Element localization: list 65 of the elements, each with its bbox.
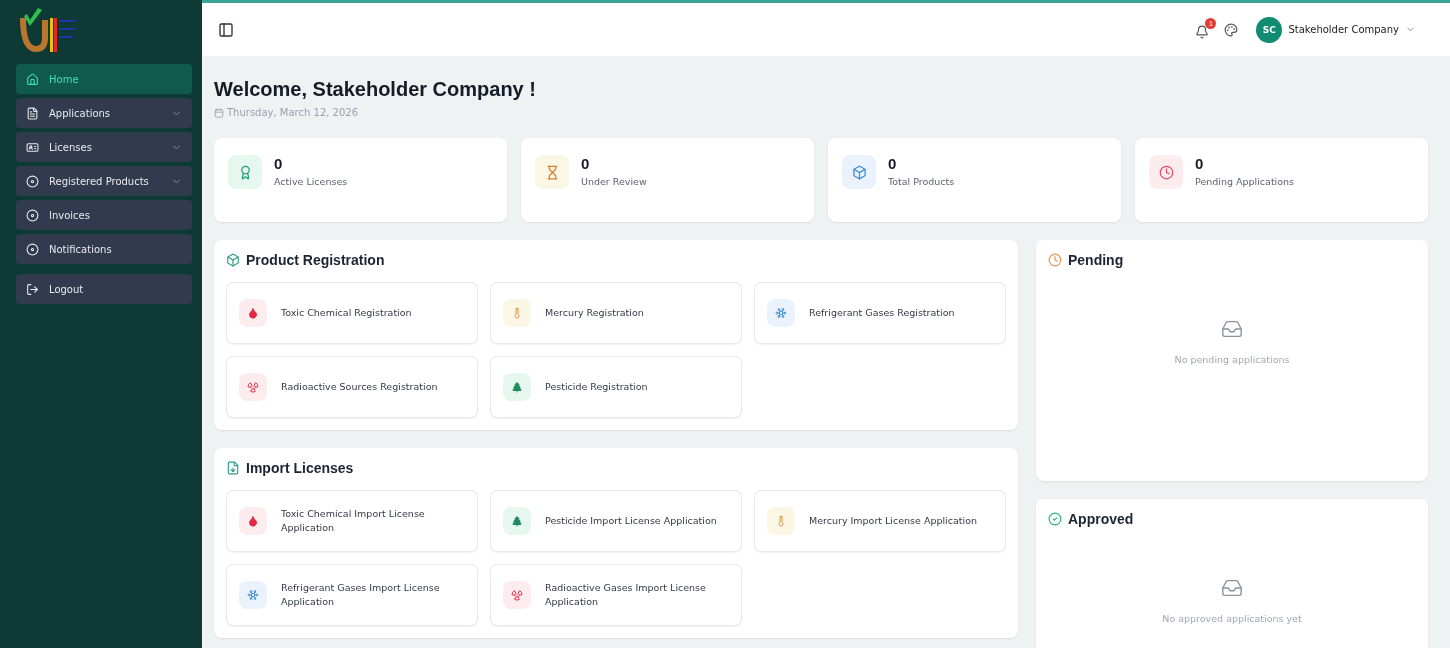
stat-value: 0 bbox=[581, 155, 591, 172]
user-menu-button[interactable]: SC Stakeholder Company bbox=[1250, 15, 1422, 44]
download-icon bbox=[226, 461, 240, 475]
logout-icon bbox=[26, 282, 39, 296]
registration-card[interactable]: Toxic Chemical Import License Application bbox=[226, 490, 478, 552]
snowflake-icon bbox=[767, 299, 795, 327]
cube-icon bbox=[842, 155, 876, 189]
bell-icon bbox=[1195, 24, 1210, 39]
droplet-icon bbox=[239, 507, 267, 535]
stat-label: Active Licenses bbox=[274, 176, 348, 187]
droplet-icon bbox=[239, 299, 267, 327]
radiation-icon bbox=[503, 581, 531, 609]
section-title: Product Registration bbox=[246, 252, 385, 268]
sidebar-item[interactable]: Home bbox=[16, 64, 192, 94]
thermometer-icon bbox=[503, 299, 531, 327]
hourglass-icon bbox=[535, 155, 569, 189]
stat-label: Total Products bbox=[888, 176, 955, 187]
panel-title: Pending bbox=[1068, 252, 1124, 268]
sidebar-item[interactable]: Licenses bbox=[16, 132, 192, 162]
calendar-icon bbox=[214, 107, 224, 118]
stat-value: 0 bbox=[1195, 155, 1205, 172]
empty-message: No pending applications bbox=[1174, 354, 1290, 365]
registration-card[interactable]: Toxic Chemical Registration bbox=[226, 282, 478, 344]
registration-card[interactable]: Radioactive Gases Import License Application bbox=[490, 564, 742, 626]
registration-card[interactable]: Radioactive Sources Registration bbox=[226, 356, 478, 418]
sidebar-item[interactable]: Notifications bbox=[16, 234, 192, 264]
registration-card[interactable]: Refrigerant Gases Registration bbox=[754, 282, 1006, 344]
registration-card[interactable]: Mercury Registration bbox=[490, 282, 742, 344]
circle-icon bbox=[26, 208, 39, 222]
date-text: Thursday, March 12, 2026 bbox=[227, 107, 359, 118]
radiation-icon bbox=[239, 373, 267, 401]
clock-icon bbox=[1149, 155, 1183, 189]
inbox-icon bbox=[1221, 577, 1243, 599]
registration-card[interactable]: Refrigerant Gases Import License Application bbox=[226, 564, 478, 626]
document-icon bbox=[26, 106, 39, 120]
stat-value: 0 bbox=[274, 155, 284, 172]
stat-value: 0 bbox=[888, 155, 898, 172]
tree-icon bbox=[503, 507, 531, 535]
circle-icon bbox=[26, 242, 39, 256]
user-name: Stakeholder Company bbox=[1288, 24, 1399, 35]
thermometer-icon bbox=[767, 507, 795, 535]
panel-title: Approved bbox=[1068, 511, 1134, 527]
clock-icon bbox=[1048, 253, 1062, 267]
circle-icon bbox=[26, 174, 39, 188]
sidebar-item[interactable]: Registered Products bbox=[16, 166, 192, 196]
snowflake-icon bbox=[239, 581, 267, 609]
section-title: Import Licenses bbox=[246, 460, 354, 476]
stat-label: Under Review bbox=[581, 176, 647, 187]
award-icon bbox=[228, 155, 262, 189]
sidebar-item[interactable]: Applications bbox=[16, 98, 192, 128]
home-icon bbox=[26, 72, 39, 86]
tree-icon bbox=[503, 373, 531, 401]
stat-label: Pending Applications bbox=[1195, 176, 1295, 187]
inbox-icon bbox=[1221, 318, 1243, 340]
check-circle-icon bbox=[1048, 512, 1062, 526]
id-card-icon bbox=[26, 140, 39, 154]
registration-card[interactable]: Pesticide Registration bbox=[490, 356, 742, 418]
logout-item[interactable]: Logout bbox=[16, 274, 192, 304]
user-avatar: SC bbox=[1256, 16, 1283, 43]
empty-message: No approved applications yet bbox=[1162, 613, 1302, 624]
sidebar-item[interactable]: Invoices bbox=[16, 200, 192, 230]
welcome-title: Welcome, Stakeholder Company ! bbox=[214, 78, 537, 101]
registration-card[interactable]: Pesticide Import License Application bbox=[490, 490, 742, 552]
registration-card[interactable]: Mercury Import License Application bbox=[754, 490, 1006, 552]
cube-icon bbox=[226, 253, 240, 267]
